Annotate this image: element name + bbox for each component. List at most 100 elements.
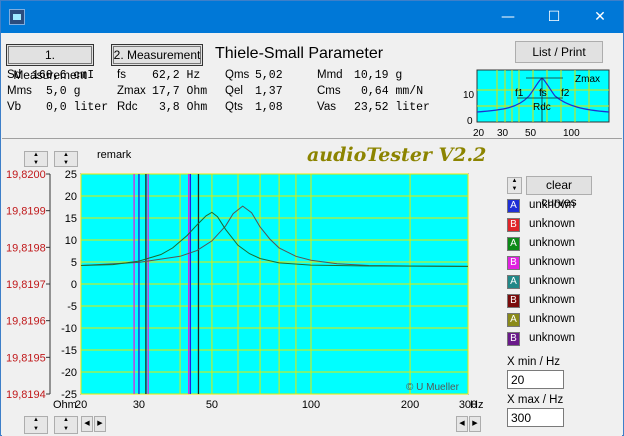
mini-chart-x-tick: 50	[525, 128, 537, 138]
legend-swatch[interactable]: A	[507, 275, 520, 289]
y-tick-label: -10	[61, 323, 77, 335]
legend-swatch[interactable]: A	[507, 313, 520, 327]
left-axis-tick-label: 19,8198	[6, 242, 46, 254]
rdc-label: Rdc	[117, 101, 138, 113]
y-tick-label: 20	[65, 191, 77, 203]
mini-impedance-chart: Zmax f1 fs f2 Rdc 10 0 20 30 50 100	[463, 69, 610, 138]
mini-chart-x-tick: 100	[563, 128, 580, 138]
legend-swatch[interactable]: B	[507, 256, 520, 270]
right-axis-spinner[interactable]: ▲ ▼	[54, 151, 78, 167]
legend-swatch[interactable]: B	[507, 332, 520, 346]
xmax-input[interactable]: 300	[507, 408, 564, 427]
x-tick-label: 100	[302, 399, 320, 411]
qel-label: Qel	[225, 85, 243, 97]
ts-parameter-panel: 1. Measurement 2. Measurement Thiele-Sma…	[2, 34, 622, 139]
qts-label: Qts	[225, 101, 243, 113]
left-axis-tick-label: 19,8195	[6, 352, 46, 364]
left-axis-tick-label: 19,8200	[6, 169, 46, 181]
sd-value: 160,6 cmI	[32, 69, 95, 82]
title-bar: — ☐ ✕	[1, 1, 623, 33]
left-axis: 19,8200 19,8199 19,8198 19,8197 19,8196 19,81…	[6, 169, 51, 401]
mini-chart-y-bottom: 0	[467, 116, 473, 127]
vb-label: Vb	[7, 101, 22, 113]
qel-value: 1,37	[255, 85, 283, 98]
xmin-input[interactable]: 20	[507, 370, 564, 389]
left-axis-spinner[interactable]: ▲ ▼	[24, 151, 48, 167]
pan-right-button[interactable]: ▶	[469, 416, 481, 432]
xmin-label: X min / Hz	[507, 356, 561, 368]
zmax-label: Zmax	[117, 85, 146, 97]
legend-spinner[interactable]: ▲ ▼	[507, 177, 522, 194]
xmax-label: X max / Hz	[507, 394, 564, 406]
left-axis-tick-label: 19,8196	[6, 316, 46, 328]
legend-label: unknown	[529, 199, 576, 211]
hz-spinner[interactable]: ▲ ▼	[54, 416, 78, 434]
mini-chart-f1-label: f1	[515, 88, 524, 99]
clear-curves-button[interactable]: clear curves	[526, 176, 592, 209]
y-unit-label: Ohm	[53, 399, 77, 411]
list-print-button[interactable]: List / Print	[515, 41, 603, 63]
left-axis-tick-label: 19,8199	[6, 206, 46, 218]
legend-swatch[interactable]: A	[507, 237, 520, 251]
impedance-chart: 19,8200 19,8199 19,8198 19,8197 19,8196 19,81…	[6, 169, 483, 411]
y-tick-label: -5	[67, 301, 77, 313]
mini-chart-zmax-label: Zmax	[575, 74, 600, 85]
app-icon	[9, 9, 25, 25]
scroll-right-button[interactable]: ▶	[94, 416, 106, 432]
legend-label: unknown	[529, 332, 576, 344]
app-brand-title: audioTester V2.2	[307, 144, 487, 166]
measurement-1-button[interactable]: 1. Measurement	[6, 44, 94, 82]
measurement-2-button[interactable]: 2. Measurement	[111, 44, 203, 66]
qts-value: 1,08	[255, 101, 283, 114]
vas-value: 23,52 liter	[354, 101, 430, 114]
legend-swatch[interactable]: B	[507, 294, 520, 308]
x-tick-label: 200	[401, 399, 419, 411]
mini-chart-f2-label: f2	[561, 88, 570, 99]
pan-left-button[interactable]: ◀	[456, 416, 468, 432]
mmd-label: Mmd	[317, 69, 343, 81]
ohm-spinner[interactable]: ▲ ▼	[24, 416, 48, 434]
section-title: Thiele-Small Parameter	[215, 45, 384, 62]
mmd-value: 10,19 g	[354, 69, 403, 82]
mini-chart-fs-label: fs	[539, 88, 547, 99]
mms-label: Mms	[7, 85, 32, 97]
legend-swatch[interactable]: A	[507, 199, 520, 213]
rdc-value: 3,8 Ohm	[159, 101, 208, 114]
zmax-value: 17,7 Ohm	[152, 85, 208, 98]
left-axis-tick-label: 19,8197	[6, 279, 46, 291]
x-axis: 20 30 50 100 200 300Ohm Hz	[53, 399, 483, 411]
close-button[interactable]: ✕	[577, 1, 623, 33]
fs-label: fs	[117, 69, 126, 81]
y-tick-label: 25	[65, 169, 77, 181]
y-tick-label: 0	[71, 279, 77, 291]
legend-label: unknown	[529, 275, 576, 287]
y-tick-label: 5	[71, 257, 77, 269]
y-tick-label: -15	[61, 345, 77, 357]
mini-chart-x-tick: 30	[497, 128, 509, 138]
app-window: — ☐ ✕ 1. Measurement 2. Measurement Thie…	[0, 0, 624, 436]
fs-value: 62,2 Hz	[152, 69, 201, 82]
remark-label: remark	[97, 149, 132, 161]
cms-value: 0,64 mm/N	[361, 85, 424, 98]
left-axis-tick-label: 19,8194	[6, 389, 46, 401]
legend-label: unknown	[529, 218, 576, 230]
legend-label: unknown	[529, 237, 576, 249]
mini-chart-x-tick: 20	[473, 128, 485, 138]
y-axis: 2520151050-5-10-15-20-25	[61, 169, 77, 401]
vas-label: Vas	[317, 101, 336, 113]
minimize-button[interactable]: —	[485, 1, 531, 33]
cms-label: Cms	[317, 85, 341, 97]
qms-value: 5,02	[255, 69, 283, 82]
legend-label: unknown	[529, 313, 576, 325]
legend-swatch[interactable]: B	[507, 218, 520, 232]
maximize-button[interactable]: ☐	[531, 1, 577, 33]
mms-value: 5,0 g	[46, 85, 81, 98]
scroll-left-button[interactable]: ◀	[81, 416, 93, 432]
x-unit-label: Hz	[470, 399, 483, 411]
legend-label: unknown	[529, 294, 576, 306]
mini-chart-y-top: 10	[463, 90, 475, 101]
legend-label: unknown	[529, 256, 576, 268]
y-tick-label: -20	[61, 367, 77, 379]
vb-value: 0,0 liter	[46, 101, 109, 114]
mini-chart-rdc-label: Rdc	[533, 102, 551, 113]
